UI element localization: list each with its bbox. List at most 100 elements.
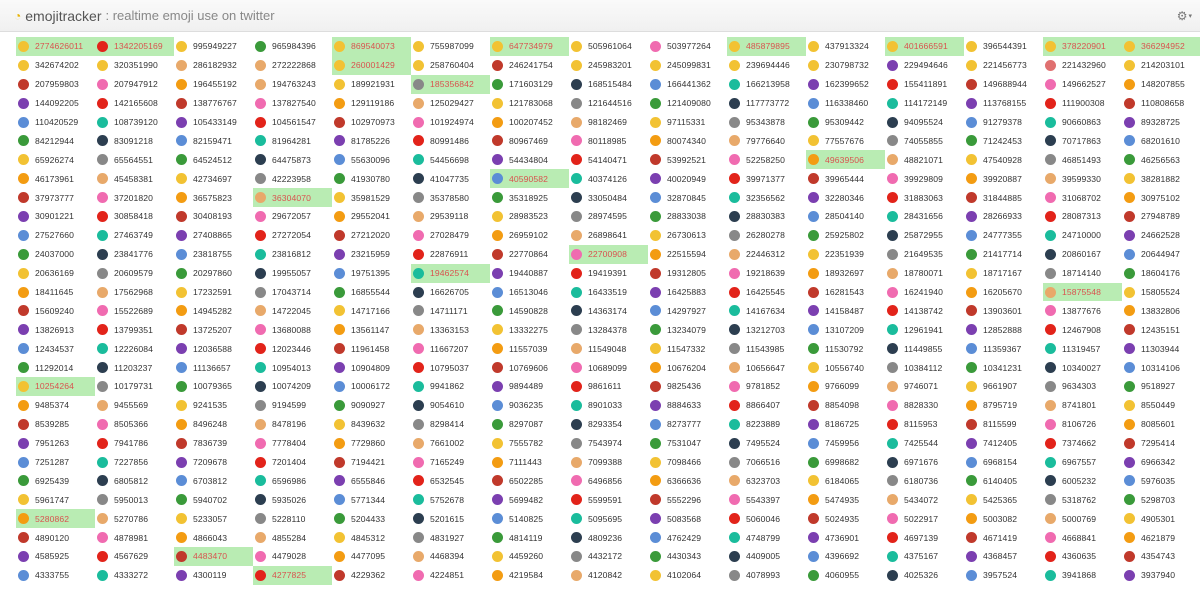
emoji-cell[interactable]: 13284378 — [569, 320, 648, 339]
emoji-cell[interactable]: 6184065 — [806, 471, 885, 490]
emoji-cell[interactable]: 4477095 — [332, 547, 411, 566]
emoji-cell[interactable]: 14945282 — [174, 301, 253, 320]
emoji-cell[interactable]: 97115331 — [648, 113, 727, 132]
emoji-cell[interactable]: 10074209 — [253, 377, 332, 396]
emoji-cell[interactable]: 54434804 — [490, 150, 569, 169]
emoji-cell[interactable]: 24710000 — [1043, 226, 1122, 245]
emoji-cell[interactable]: 10254264 — [16, 377, 95, 396]
emoji-cell[interactable]: 4430343 — [648, 547, 727, 566]
emoji-cell[interactable]: 11961458 — [332, 339, 411, 358]
emoji-cell[interactable]: 7425544 — [885, 434, 964, 453]
emoji-cell[interactable]: 80074340 — [648, 131, 727, 150]
emoji-cell[interactable]: 5434072 — [885, 490, 964, 509]
emoji-cell[interactable]: 26280278 — [727, 226, 806, 245]
emoji-cell[interactable]: 9090927 — [332, 396, 411, 415]
emoji-cell[interactable]: 10676204 — [648, 358, 727, 377]
emoji-cell[interactable]: 116338460 — [806, 94, 885, 113]
emoji-cell[interactable]: 16425883 — [648, 283, 727, 302]
emoji-cell[interactable]: 41930780 — [332, 169, 411, 188]
emoji-cell[interactable]: 4333272 — [95, 566, 174, 585]
emoji-cell[interactable]: 26959102 — [490, 226, 569, 245]
emoji-cell[interactable]: 12467908 — [1043, 320, 1122, 339]
emoji-cell[interactable]: 4409005 — [727, 547, 806, 566]
emoji-cell[interactable]: 9894489 — [490, 377, 569, 396]
emoji-cell[interactable]: 98182469 — [569, 113, 648, 132]
emoji-cell[interactable]: 4762429 — [648, 528, 727, 547]
emoji-cell[interactable]: 5599591 — [569, 490, 648, 509]
emoji-cell[interactable]: 4890120 — [16, 528, 95, 547]
emoji-cell[interactable]: 4360635 — [1043, 547, 1122, 566]
emoji-cell[interactable]: 4468394 — [411, 547, 490, 566]
emoji-cell[interactable]: 52258250 — [727, 150, 806, 169]
emoji-cell[interactable]: 110808658 — [1122, 94, 1200, 113]
emoji-cell[interactable]: 6555846 — [332, 471, 411, 490]
emoji-cell[interactable]: 32870845 — [648, 188, 727, 207]
emoji-cell[interactable]: 22515594 — [648, 245, 727, 264]
emoji-cell[interactable]: 4102064 — [648, 566, 727, 585]
emoji-cell[interactable]: 28833038 — [648, 207, 727, 226]
emoji-cell[interactable]: 5201615 — [411, 509, 490, 528]
emoji-cell[interactable]: 5280862 — [16, 509, 95, 529]
emoji-cell[interactable]: 12036588 — [174, 339, 253, 358]
emoji-cell[interactable]: 7543974 — [569, 434, 648, 453]
emoji-cell[interactable]: 47540928 — [964, 150, 1043, 169]
emoji-cell[interactable]: 5000769 — [1043, 509, 1122, 528]
emoji-cell[interactable]: 28504140 — [806, 207, 885, 226]
emoji-cell[interactable]: 8439632 — [332, 415, 411, 434]
emoji-cell[interactable]: 8854098 — [806, 396, 885, 415]
emoji-cell[interactable]: 14138742 — [885, 301, 964, 320]
emoji-cell[interactable]: 18717167 — [964, 264, 1043, 283]
emoji-cell[interactable]: 4368457 — [964, 547, 1043, 566]
emoji-cell[interactable]: 17043714 — [253, 283, 332, 302]
emoji-cell[interactable]: 19955057 — [253, 264, 332, 283]
emoji-cell[interactable]: 70717863 — [1043, 131, 1122, 150]
emoji-cell[interactable]: 19312805 — [648, 264, 727, 283]
emoji-cell[interactable]: 12961941 — [885, 320, 964, 339]
emoji-cell[interactable]: 4621879 — [1122, 528, 1200, 547]
emoji-cell[interactable]: 13832806 — [1122, 301, 1200, 320]
emoji-cell[interactable]: 148207855 — [1122, 75, 1200, 94]
emoji-cell[interactable]: 65926274 — [16, 150, 95, 169]
emoji-cell[interactable]: 5699482 — [490, 490, 569, 509]
emoji-cell[interactable]: 8478196 — [253, 415, 332, 434]
emoji-cell[interactable]: 39920887 — [964, 169, 1043, 188]
emoji-cell[interactable]: 7201404 — [253, 453, 332, 472]
emoji-cell[interactable]: 22876911 — [411, 245, 490, 264]
emoji-cell[interactable]: 437913324 — [806, 37, 885, 56]
emoji-cell[interactable]: 19462574 — [411, 263, 490, 283]
emoji-cell[interactable]: 17562968 — [95, 283, 174, 302]
emoji-cell[interactable]: 6005232 — [1043, 471, 1122, 490]
emoji-cell[interactable]: 11203237 — [95, 358, 174, 377]
emoji-cell[interactable]: 77557676 — [806, 131, 885, 150]
emoji-cell[interactable]: 239694446 — [727, 56, 806, 75]
emoji-cell[interactable]: 30901221 — [16, 207, 95, 226]
emoji-cell[interactable]: 22446312 — [727, 245, 806, 264]
emoji-cell[interactable]: 7165249 — [411, 453, 490, 472]
emoji-cell[interactable]: 5140825 — [490, 509, 569, 528]
emoji-cell[interactable]: 13234079 — [648, 320, 727, 339]
emoji-cell[interactable]: 22700908 — [569, 244, 648, 264]
emoji-cell[interactable]: 49639506 — [806, 150, 885, 170]
emoji-cell[interactable]: 105433149 — [174, 113, 253, 132]
emoji-cell[interactable]: 40374126 — [569, 169, 648, 188]
emoji-cell[interactable]: 401666591 — [885, 37, 964, 56]
emoji-cell[interactable]: 5083568 — [648, 509, 727, 528]
emoji-cell[interactable]: 6532545 — [411, 471, 490, 490]
emoji-cell[interactable]: 20297860 — [174, 264, 253, 283]
emoji-cell[interactable]: 4432172 — [569, 547, 648, 566]
emoji-cell[interactable]: 28087313 — [1043, 207, 1122, 226]
emoji-cell[interactable]: 80967469 — [490, 131, 569, 150]
emoji-cell[interactable]: 6323703 — [727, 471, 806, 490]
emoji-cell[interactable]: 8085601 — [1122, 415, 1200, 434]
emoji-cell[interactable]: 10384112 — [885, 358, 964, 377]
emoji-cell[interactable]: 102970973 — [332, 113, 411, 132]
emoji-cell[interactable]: 15805524 — [1122, 283, 1200, 302]
emoji-cell[interactable]: 14590828 — [490, 301, 569, 320]
emoji-cell[interactable]: 35981529 — [332, 188, 411, 207]
emoji-cell[interactable]: 26898641 — [569, 226, 648, 245]
emoji-cell[interactable]: 110420529 — [16, 113, 95, 132]
emoji-cell[interactable]: 20609579 — [95, 264, 174, 283]
emoji-cell[interactable]: 36575823 — [174, 188, 253, 207]
emoji-cell[interactable]: 39929809 — [885, 169, 964, 188]
emoji-cell[interactable]: 9781852 — [727, 377, 806, 396]
